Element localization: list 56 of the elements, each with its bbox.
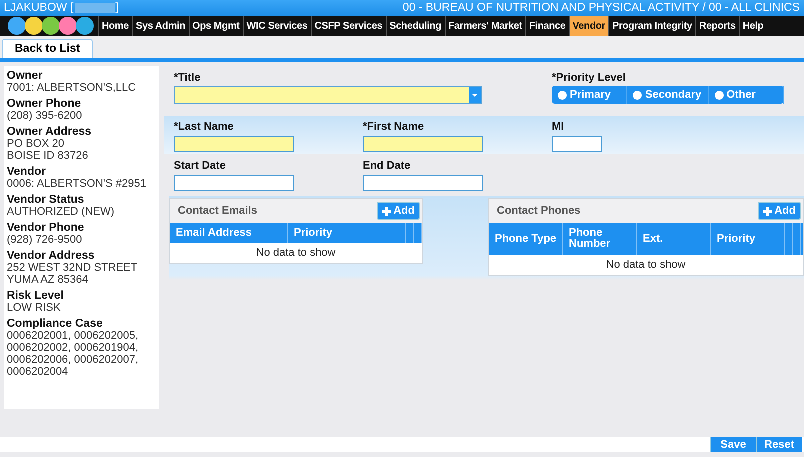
last-name-field[interactable]	[174, 136, 294, 152]
nav-tab[interactable]: Scheduling	[386, 16, 444, 36]
info-label: Vendor Address	[7, 250, 96, 262]
info-value: 0006: ALBERTSON'S #2951	[7, 178, 148, 190]
nav-tab[interactable]: Home	[98, 16, 132, 36]
user-name: LJAKUBOW [	[4, 2, 74, 14]
nav-tab[interactable]: Reports	[695, 16, 739, 36]
panel-title: Contact Emails	[178, 205, 258, 217]
field-label: *First Name	[363, 121, 426, 135]
info-value: 7001: ALBERTSON'S,LLC	[7, 82, 138, 94]
nav-tab[interactable]: Vendor	[568, 16, 608, 36]
plus-icon	[382, 206, 391, 216]
nav-tab[interactable]: Program Integrity	[608, 16, 696, 36]
empty-message: No data to show	[255, 246, 337, 261]
info-label: Vendor Phone	[7, 222, 86, 234]
info-label: Vendor Status	[7, 194, 86, 206]
field-label: End Date	[363, 160, 412, 174]
field-label: Start Date	[174, 160, 227, 174]
nav-tab[interactable]: Sys Admin	[132, 16, 188, 36]
bracket-text: ]	[116, 2, 119, 14]
back-button[interactable]: Back to List	[2, 39, 94, 58]
info-value: 0006202002, 0006201904,	[7, 342, 140, 354]
field-label: MI	[552, 121, 566, 135]
title-dropdown[interactable]	[174, 86, 482, 104]
info-value: YUMA AZ 85364	[7, 274, 90, 286]
info-value: 0006202006, 0006202007,	[7, 354, 140, 366]
info-value: AUTHORIZED (NEW)	[7, 206, 116, 218]
info-label: Owner	[7, 70, 44, 82]
info-value: BOISE ID 83726	[7, 150, 90, 162]
plus-icon	[762, 206, 772, 216]
field-label: *Title	[174, 72, 202, 86]
info-label: Risk Level	[7, 290, 65, 302]
field-label: *Priority Level	[552, 72, 627, 86]
caret-icon	[469, 87, 481, 103]
end-date-field[interactable]	[363, 174, 483, 190]
info-value: (208) 395-6200	[7, 110, 84, 122]
field-label: *Last Name	[174, 121, 235, 135]
nav-tab[interactable]: Ops Mgmt	[188, 16, 243, 36]
panel-title: Contact Phones	[497, 205, 581, 217]
info-label: Owner Address	[7, 126, 93, 138]
info-value: 0006202004	[7, 366, 70, 378]
start-date-field[interactable]	[174, 174, 294, 190]
info-label: Compliance Case	[7, 318, 104, 330]
first-name-field[interactable]	[363, 136, 483, 152]
info-value: LOW RISK	[7, 302, 62, 314]
nav-tab[interactable]: Finance	[525, 16, 569, 36]
info-value: 252 WEST 32ND STREET	[7, 262, 139, 274]
info-value: (928) 726-9500	[7, 234, 84, 246]
info-label: Owner Phone	[7, 98, 82, 110]
info-label: Vendor	[7, 166, 47, 178]
middle-initial-field[interactable]	[552, 136, 602, 152]
agency-title: 00 - BUREAU OF NUTRITION AND PHYSICAL ACTIVITY / 00 - ALL CLINICS	[402, 2, 800, 14]
info-value: PO BOX 20	[7, 138, 66, 150]
empty-message: No data to show	[605, 258, 687, 273]
info-value: 0006202001, 0006202005,	[7, 330, 140, 342]
nav-tab[interactable]: Farmers' Market	[444, 16, 526, 36]
